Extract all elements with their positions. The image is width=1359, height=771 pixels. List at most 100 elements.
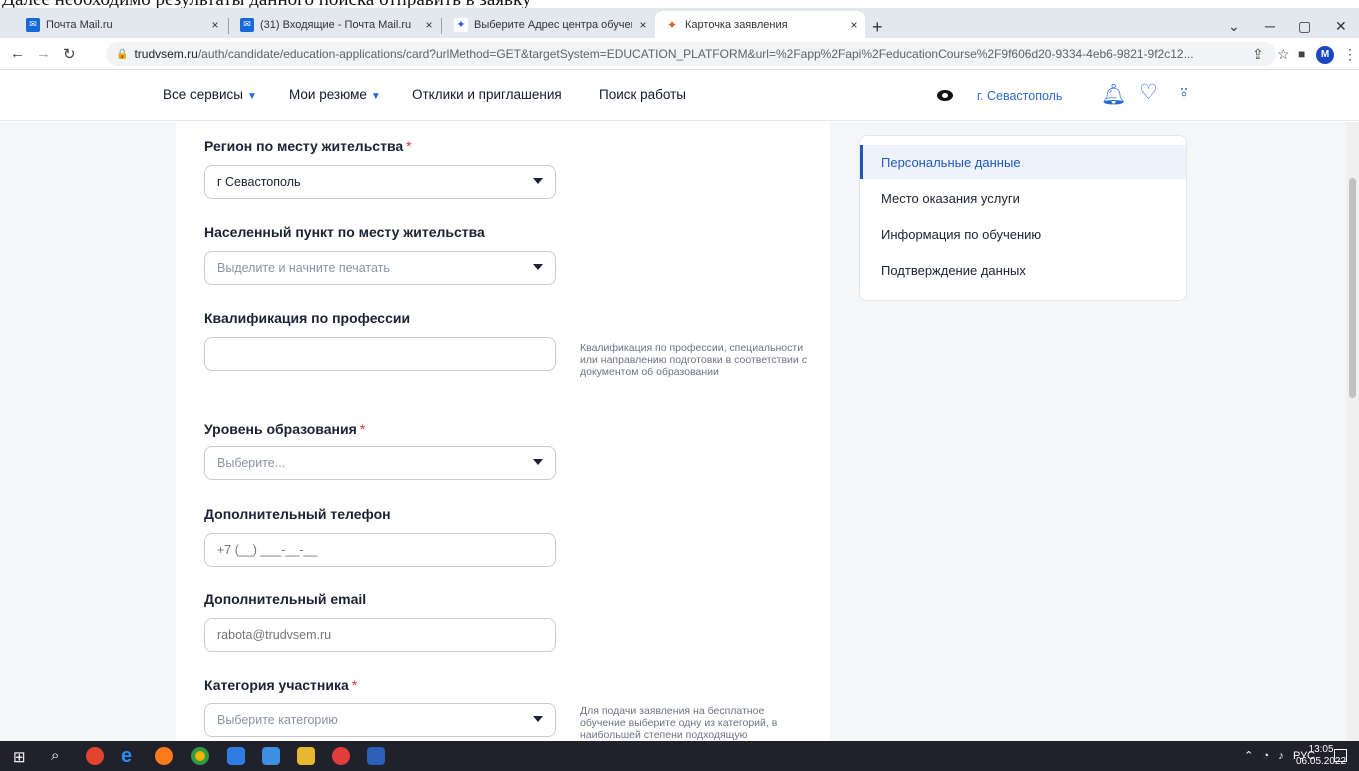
city-selector[interactable]: г. Севастополь — [977, 89, 1062, 103]
education-select[interactable]: Выберите... — [204, 446, 556, 480]
site-header: Все сервисы ▼ Мои резюме ▼ Отклики и пригл… — [0, 71, 1359, 121]
tray-chevron-icon[interactable]: ⌃ — [1244, 750, 1253, 762]
category-select[interactable]: Выберите категорию — [204, 703, 556, 737]
page-scrollbar[interactable] — [1346, 122, 1359, 741]
required-mark: * — [406, 138, 412, 154]
education-label: Уровень образования * — [204, 421, 365, 437]
qualification-input[interactable] — [204, 337, 556, 371]
nav-label: Все сервисы — [163, 87, 243, 102]
search-icon[interactable]: ⌕ — [51, 747, 59, 764]
section-nav-card: Персональные данные Место оказания услуг… — [859, 135, 1187, 301]
app-icon[interactable] — [227, 747, 245, 765]
section-data-confirmation[interactable]: Подтверждение данных — [860, 253, 1186, 287]
app-icon[interactable] — [262, 747, 280, 765]
locality-label: Населенный пункт по месту жительства — [204, 224, 485, 240]
url-host: trudvsem.ru — [134, 47, 198, 61]
bell-icon[interactable]: 🔔︎ — [1101, 82, 1126, 107]
required-mark: * — [351, 677, 358, 693]
sidepanel-icon[interactable]: ■ — [1298, 47, 1305, 61]
profile-avatar[interactable]: M — [1316, 46, 1334, 64]
tab-label: Карточка заявления — [685, 18, 788, 31]
close-icon[interactable]: × — [632, 18, 654, 32]
document-text: Далее необходимо результаты данного поис… — [2, 0, 531, 8]
reload-icon[interactable]: ↻ — [63, 45, 76, 63]
email-input[interactable] — [204, 618, 556, 652]
share-icon[interactable]: ⇪ — [1252, 46, 1264, 63]
document-text-strip: Далее необходимо результаты данного поис… — [0, 0, 1359, 8]
eye-icon[interactable] — [937, 90, 953, 101]
close-icon[interactable]: × — [843, 18, 865, 32]
word-icon[interactable] — [367, 747, 385, 765]
forward-icon[interactable]: → — [36, 45, 51, 62]
network-icon[interactable]: ◔ — [1262, 750, 1269, 762]
window-close-icon[interactable]: ✕ — [1335, 18, 1347, 35]
dropdown-arrow-icon — [533, 178, 543, 184]
nav-responses[interactable]: Отклики и приглашения — [412, 87, 562, 102]
category-placeholder: Выберите категорию — [217, 713, 338, 727]
menu-icon[interactable]: ⋮ — [1343, 46, 1357, 63]
close-icon[interactable]: × — [204, 18, 226, 32]
dropdown-arrow-icon — [533, 264, 543, 270]
mail-icon: ✉ — [26, 17, 40, 32]
tab-mail[interactable]: ✉ Почта Mail.ru × — [16, 11, 226, 38]
section-service-location[interactable]: Место оказания услуги — [860, 181, 1186, 215]
volume-icon[interactable]: ♪ — [1278, 750, 1284, 762]
nav-my-resumes[interactable]: Мои резюме ▼ — [289, 87, 381, 102]
dropdown-arrow-icon — [533, 459, 543, 465]
app-icon[interactable] — [86, 747, 104, 765]
windows-taskbar: ⊞ ⌕ e ⌃ ◔ ♪ РУС 13:05 06.05.2022 — [0, 741, 1359, 771]
phone-label: Дополнительный телефон — [204, 506, 391, 522]
scrollbar-thumb[interactable] — [1349, 178, 1356, 398]
address-bar-row: ← → ↻ 🔒 trudvsem.ru /auth/candidate/educ… — [0, 38, 1359, 70]
category-label-text: Категория участника — [204, 677, 349, 693]
email-label: Дополнительный email — [204, 591, 367, 607]
region-select[interactable]: г Севастополь — [204, 165, 556, 199]
tab-application-card[interactable]: ✦ Карточка заявления × — [655, 11, 865, 38]
back-icon[interactable]: ← — [10, 45, 25, 62]
qualification-hint: Квалификация по профессии, специальности… — [580, 342, 807, 378]
tab-label: (31) Входящие - Почта Mail.ru — [260, 18, 412, 31]
nav-all-services[interactable]: Все сервисы ▼ — [163, 87, 257, 102]
lock-icon: 🔒 — [116, 48, 129, 60]
maximize-icon[interactable]: ▢ — [1298, 18, 1311, 35]
nav-label: Мои резюме — [289, 87, 367, 102]
firefox-icon[interactable] — [155, 747, 173, 765]
nav-job-search[interactable]: Поиск работы — [599, 87, 686, 102]
url-path: /auth/candidate/education-applications/c… — [197, 47, 1194, 61]
browser-tab-bar: ✉ Почта Mail.ru × ✉ (31) Входящие - Почт… — [0, 8, 1359, 38]
tab-label: Почта Mail.ru — [46, 18, 113, 31]
required-mark: * — [359, 421, 366, 437]
chrome-icon[interactable] — [332, 747, 350, 765]
tab-search-icon[interactable]: ⌄ — [1228, 18, 1240, 35]
heart-icon[interactable]: ♡ — [1139, 80, 1158, 105]
region-label-text: Регион по месту жительства — [204, 138, 404, 154]
qualification-label: Квалификация по профессии — [204, 310, 411, 326]
mail-icon: ✉ — [240, 17, 254, 32]
category-hint: Для подачи заявления на бесплатное обуче… — [580, 705, 778, 741]
minimize-icon[interactable]: ─ — [1265, 18, 1275, 34]
section-training-info[interactable]: Информация по обучению — [860, 217, 1186, 251]
phone-input[interactable] — [204, 533, 556, 567]
user-icon[interactable]: ⍤ — [1178, 82, 1190, 105]
bookmark-star-icon[interactable]: ☆ — [1277, 46, 1290, 63]
tab-separator — [228, 18, 229, 34]
folder-icon[interactable] — [297, 747, 315, 765]
close-icon[interactable]: × — [418, 18, 440, 32]
tab-training-address[interactable]: ✦ Выберите Адрес центра обучен × — [444, 11, 654, 38]
tab-inbox[interactable]: ✉ (31) Входящие - Почта Mail.ru × — [230, 11, 440, 38]
locality-select[interactable]: Выделите и начните печатать — [204, 251, 556, 285]
new-tab-button[interactable]: + — [872, 17, 883, 37]
section-personal-data[interactable]: Персональные данные — [860, 145, 1186, 179]
region-value: г Севастополь — [217, 175, 301, 189]
windows-start-icon[interactable]: ⊞ — [13, 748, 26, 766]
tab-separator — [441, 18, 442, 34]
ie-icon[interactable]: e — [121, 745, 139, 767]
category-label: Категория участника * — [204, 677, 357, 693]
caret-down-icon: ▼ — [246, 91, 257, 102]
chrome-icon[interactable] — [191, 747, 209, 765]
notifications-icon[interactable] — [1334, 749, 1347, 762]
education-placeholder: Выберите... — [217, 456, 286, 470]
education-label-text: Уровень образования — [204, 421, 357, 437]
trudvsem-icon: ✦ — [665, 17, 679, 32]
url-field[interactable]: 🔒 trudvsem.ru /auth/candidate/education-… — [106, 42, 1276, 66]
